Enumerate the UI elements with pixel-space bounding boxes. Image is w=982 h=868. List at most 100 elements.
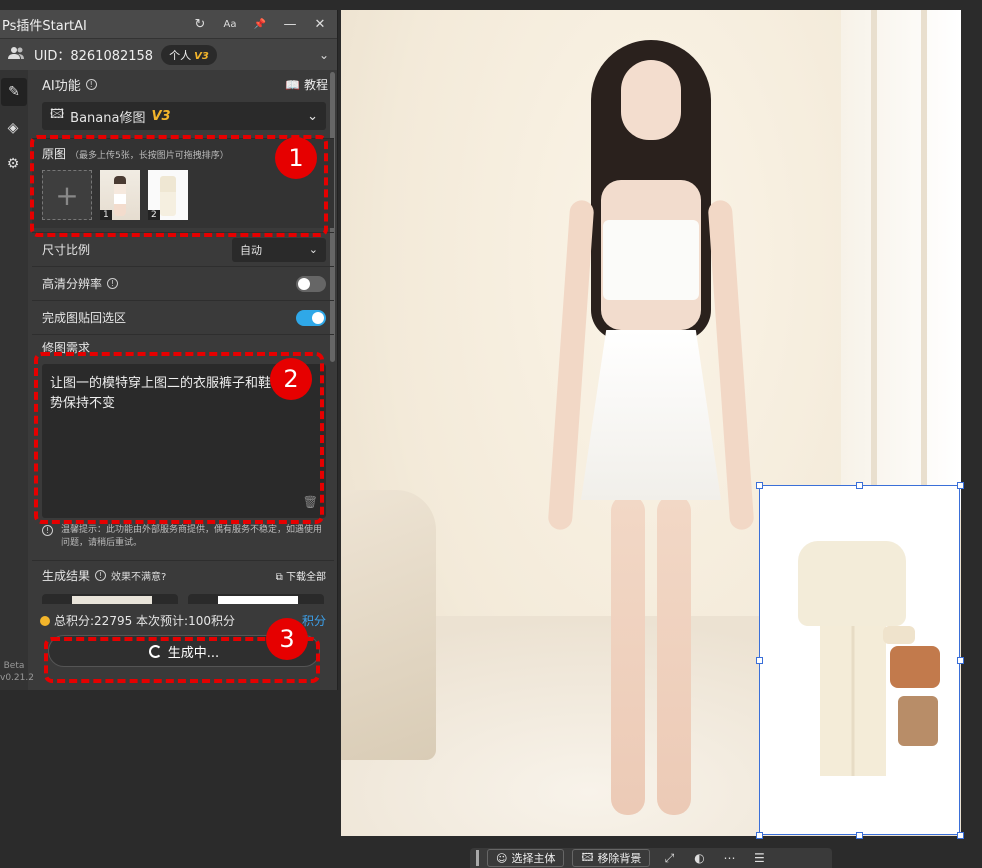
model-figure <box>547 40 755 820</box>
toggle-knob <box>312 311 324 324</box>
layers-icon[interactable]: ◈ <box>0 114 26 142</box>
plan-version-badge: V3 <box>194 50 209 62</box>
transform-handle[interactable] <box>856 832 863 839</box>
image-icon: 🖾 <box>50 107 65 122</box>
result-thumbnails <box>42 594 326 604</box>
gloves <box>883 626 915 644</box>
white-top <box>603 220 699 300</box>
transform-handle[interactable] <box>756 657 763 664</box>
transform-icon[interactable]: ⤢ <box>658 851 680 866</box>
source-thumbnails: + 1 2 <box>42 170 326 220</box>
paste-back-label: 完成图贴回选区 <box>42 311 127 325</box>
pin-icon[interactable]: 📌 <box>249 13 271 35</box>
transform-handle[interactable] <box>756 832 763 839</box>
prompt-header: 修图需求 <box>32 334 334 360</box>
panel-sidebar: ✎ ◈ ⚙ Beta v0.21.2 <box>0 70 34 690</box>
function-version-badge: V3 <box>151 108 171 124</box>
source-thumb-2[interactable]: 2 <box>148 170 188 220</box>
annotation-badge-3: 3 <box>266 618 308 660</box>
version-label: v0.21.2 <box>0 673 34 683</box>
cream-pants <box>820 626 886 776</box>
results-header: 生成结果 ! 效果不满意? ⧉ 下载全部 <box>42 567 326 584</box>
image-icon: 🖾 <box>581 850 594 864</box>
model-face <box>621 60 681 140</box>
users-icon <box>8 46 30 64</box>
function-select[interactable]: 🖾 Banana修图 V3 ⌄ <box>42 102 326 130</box>
paste-back-toggle[interactable] <box>296 309 326 326</box>
chevron-down-icon: ⌄ <box>308 243 318 256</box>
info-icon: ! <box>42 525 53 536</box>
drag-handle[interactable] <box>476 850 479 866</box>
minimize-icon[interactable]: — <box>279 13 301 35</box>
transform-handle[interactable] <box>856 482 863 489</box>
refresh-icon[interactable]: ↻ <box>189 13 211 35</box>
remove-background-label: 移除背景 <box>597 852 642 865</box>
plan-label: 个人 <box>169 48 192 62</box>
white-skirt <box>581 330 721 500</box>
window-frame <box>921 10 927 510</box>
annotation-badge-1: 1 <box>275 137 317 179</box>
thumb-number: 1 <box>100 210 112 220</box>
select-subject-button[interactable]: ☺ 选择主体 <box>487 849 565 867</box>
info-icon[interactable]: ! <box>107 278 119 289</box>
contextual-taskbar: ☺ 选择主体 🖾 移除背景 ⤢ ◐ ⋯ ☰ <box>470 848 832 868</box>
results-label: 生成结果 <box>42 569 91 583</box>
result-thumb[interactable] <box>188 594 324 604</box>
thumb-number: 2 <box>148 210 160 220</box>
source-thumb-1[interactable]: 1 <box>100 170 140 220</box>
cream-jacket <box>798 541 906 626</box>
more-icon[interactable]: ⋯ <box>718 851 740 865</box>
spinner-icon <box>148 644 162 658</box>
trash-icon[interactable]: 🗑 <box>303 492 318 512</box>
function-select-value: Banana修图 <box>70 110 146 126</box>
window-frame <box>871 10 877 510</box>
transform-handle[interactable] <box>756 482 763 489</box>
info-icon[interactable]: ! <box>95 570 107 581</box>
settings-sliders-icon[interactable]: ☰ <box>748 851 770 865</box>
settings-icon[interactable]: ⚙ <box>0 150 26 178</box>
select-subject-label: 选择主体 <box>511 852 556 865</box>
points-text: 总积分:22795 本次预计:100积分 <box>54 614 235 628</box>
remove-background-button[interactable]: 🖾 移除背景 <box>572 849 651 867</box>
version-info: Beta v0.21.2 <box>0 660 34 684</box>
beta-label: Beta <box>3 661 25 671</box>
result-thumb[interactable] <box>42 594 178 604</box>
hd-resolution-row: 高清分辨率 ! <box>32 266 334 300</box>
contrast-icon[interactable]: ◐ <box>688 851 710 865</box>
unsatisfied-link[interactable]: 效果不满意? <box>111 568 166 583</box>
add-image-button[interactable]: + <box>42 170 92 220</box>
hd-toggle[interactable] <box>296 275 326 292</box>
source-hint: （最多上传5张，长按图片可拖拽排序） <box>70 151 229 161</box>
startai-panel: Ps插件StartAI ↻ Aa 📌 — ✕ UID：8261082158 个人… <box>0 10 338 690</box>
ai-function-row: AI功能 ! 📖 教程 <box>32 70 334 98</box>
ankle-boots <box>898 696 938 746</box>
tutorial-label: 教程 <box>303 77 328 92</box>
tutorial-link[interactable]: 📖 教程 <box>285 76 328 93</box>
size-ratio-value: 自动 <box>240 243 262 257</box>
size-ratio-row: 尺寸比例 自动 ⌄ <box>32 232 334 266</box>
size-ratio-select[interactable]: 自动 ⌄ <box>232 237 326 262</box>
chevron-down-icon[interactable]: ⌄ <box>319 48 329 62</box>
info-icon[interactable]: ! <box>85 78 97 90</box>
toggle-knob <box>298 277 310 290</box>
download-all-label: 下载全部 <box>286 572 326 583</box>
panel-titlebar: Ps插件StartAI ↻ Aa 📌 — ✕ <box>0 10 337 38</box>
account-bar[interactable]: UID：8261082158 个人 V3 ⌄ <box>0 38 337 70</box>
points-link[interactable]: 积分 <box>302 612 326 629</box>
panel-title: Ps插件StartAI <box>2 18 87 34</box>
edit-icon[interactable]: ✎ <box>1 78 27 106</box>
outfit-photo <box>160 176 176 216</box>
outfit-layer[interactable] <box>759 485 960 835</box>
hd-label: 高清分辨率 <box>42 277 103 291</box>
close-icon[interactable]: ✕ <box>309 13 331 35</box>
model-photo <box>114 176 126 216</box>
transform-handle[interactable] <box>957 832 964 839</box>
transform-handle[interactable] <box>957 657 964 664</box>
transform-handle[interactable] <box>957 482 964 489</box>
font-size-icon[interactable]: Aa <box>219 13 241 35</box>
download-all-button[interactable]: ⧉ 下载全部 <box>276 568 326 583</box>
uid-label: UID：8261082158 <box>34 49 154 64</box>
prompt-title: 修图需求 <box>42 341 91 355</box>
chevron-down-icon: ⌄ <box>307 108 318 124</box>
ai-function-label: AI功能 <box>42 78 81 94</box>
